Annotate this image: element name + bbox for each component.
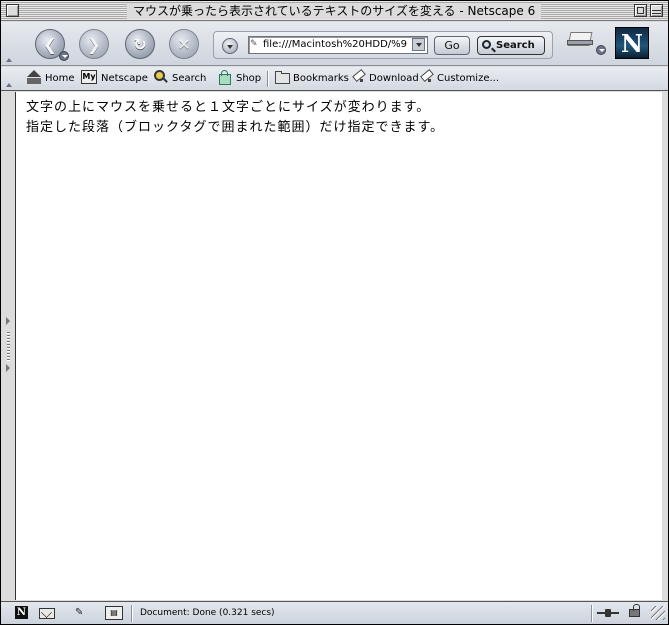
page-content: 文字の上にマウスを乗せると１文字ごとにサイズが変わります。 指定した段落（ブロッ… — [15, 92, 662, 600]
personal-toolbar-collapse-grip[interactable] — [5, 67, 13, 91]
online-connection-icon[interactable] — [597, 609, 619, 617]
toolbar-separator — [267, 71, 268, 87]
bookmark-icon — [419, 70, 433, 84]
bookmarks-folder-icon — [275, 70, 290, 84]
toolbar-item-my-netscape[interactable]: My Netscape — [81, 70, 148, 87]
forward-button[interactable]: ❯ — [79, 29, 109, 59]
search-button-label: Search — [496, 40, 535, 51]
window-title: マウスが乗ったら表示されているテキストのサイズを変える - Netscape 6 — [127, 3, 542, 19]
text-line: 指定した段落（ブロックタグで囲まれた範囲）だけ指定できます。 — [26, 120, 445, 135]
url-history-dropdown[interactable] — [222, 38, 238, 54]
status-separator — [131, 605, 132, 622]
toolbar-item-download[interactable]: Download — [351, 71, 419, 87]
splitter-grip-icon — [7, 332, 10, 362]
url-input[interactable]: file:///Macintosh%20HDD/%9 — [248, 36, 428, 54]
search-button[interactable]: Search — [477, 36, 545, 55]
shop-icon — [218, 70, 232, 85]
personal-toolbar: Home My Netscape Search Shop Bookmarks Do… — [1, 67, 668, 91]
my-netscape-icon: My — [81, 70, 97, 84]
toolbar-item-search[interactable]: Search — [154, 70, 206, 87]
reload-icon: ↻ — [133, 34, 147, 54]
close-box-button[interactable] — [6, 4, 19, 17]
toolbar-item-home[interactable]: Home — [27, 70, 75, 87]
toolbar-item-bookmarks[interactable]: Bookmarks — [275, 71, 349, 87]
back-arrow-icon: ❮ — [43, 34, 57, 54]
status-text: Document: Done (0.321 secs) — [140, 608, 275, 618]
back-history-dropdown[interactable] — [59, 51, 69, 61]
print-icon[interactable] — [567, 28, 593, 52]
sidebar-expand-arrow-icon — [6, 364, 10, 372]
netscape-logo-icon[interactable]: N — [615, 27, 649, 59]
home-icon — [27, 70, 41, 84]
composer-icon[interactable]: ✎ — [75, 606, 93, 620]
security-lock-icon[interactable] — [629, 604, 640, 617]
reload-button[interactable]: ↻ — [125, 29, 155, 59]
navbar-collapse-grip[interactable] — [5, 22, 13, 66]
browser-window: マウスが乗ったら表示されているテキストのサイズを変える - Netscape 6… — [0, 0, 669, 625]
sidebar-expand-arrow-icon — [6, 317, 10, 325]
url-dropdown-arrow[interactable] — [412, 38, 425, 51]
collapse-box-button[interactable] — [650, 4, 663, 17]
navigation-toolbar: ❮ ❯ ↻ ✕ file:///Macintosh%20HDD/%9 ✎ Go … — [1, 22, 668, 66]
print-dropdown[interactable] — [596, 45, 606, 55]
mail-icon[interactable] — [39, 608, 55, 619]
magnifier-icon — [482, 40, 491, 49]
status-bar: N ✎ ▤ Document: Done (0.321 secs) — [1, 601, 668, 624]
text-line: 文字の上にマウスを乗せると１文字ごとにサイズが変わります。 — [26, 100, 431, 115]
page-proxy-icon[interactable]: ✎ — [250, 39, 259, 50]
navigator-icon[interactable]: N — [15, 606, 28, 619]
status-separator — [591, 605, 592, 622]
resize-grip-icon[interactable] — [651, 606, 665, 620]
stop-button[interactable]: ✕ — [169, 29, 199, 59]
paragraph-block: 文字の上にマウスを乗せると１文字ごとにサイズが変わります。 指定した段落（ブロッ… — [26, 98, 444, 138]
sidebar-splitter[interactable] — [1, 92, 15, 600]
forward-arrow-icon: ❯ — [87, 34, 101, 54]
bookmark-icon — [351, 70, 365, 84]
stop-x-icon: ✕ — [177, 34, 191, 54]
toolbar-item-shop[interactable]: Shop — [218, 70, 261, 87]
title-bar[interactable]: マウスが乗ったら表示されているテキストのサイズを変える - Netscape 6 — [1, 1, 668, 21]
address-book-icon[interactable]: ▤ — [105, 606, 123, 620]
search-icon — [154, 70, 168, 84]
go-button[interactable]: Go — [434, 36, 470, 55]
toolbar-item-customize[interactable]: Customize... — [419, 71, 499, 87]
zoom-box-button[interactable] — [634, 4, 647, 17]
url-bar-group: file:///Macintosh%20HDD/%9 ✎ Go Search — [213, 31, 553, 59]
